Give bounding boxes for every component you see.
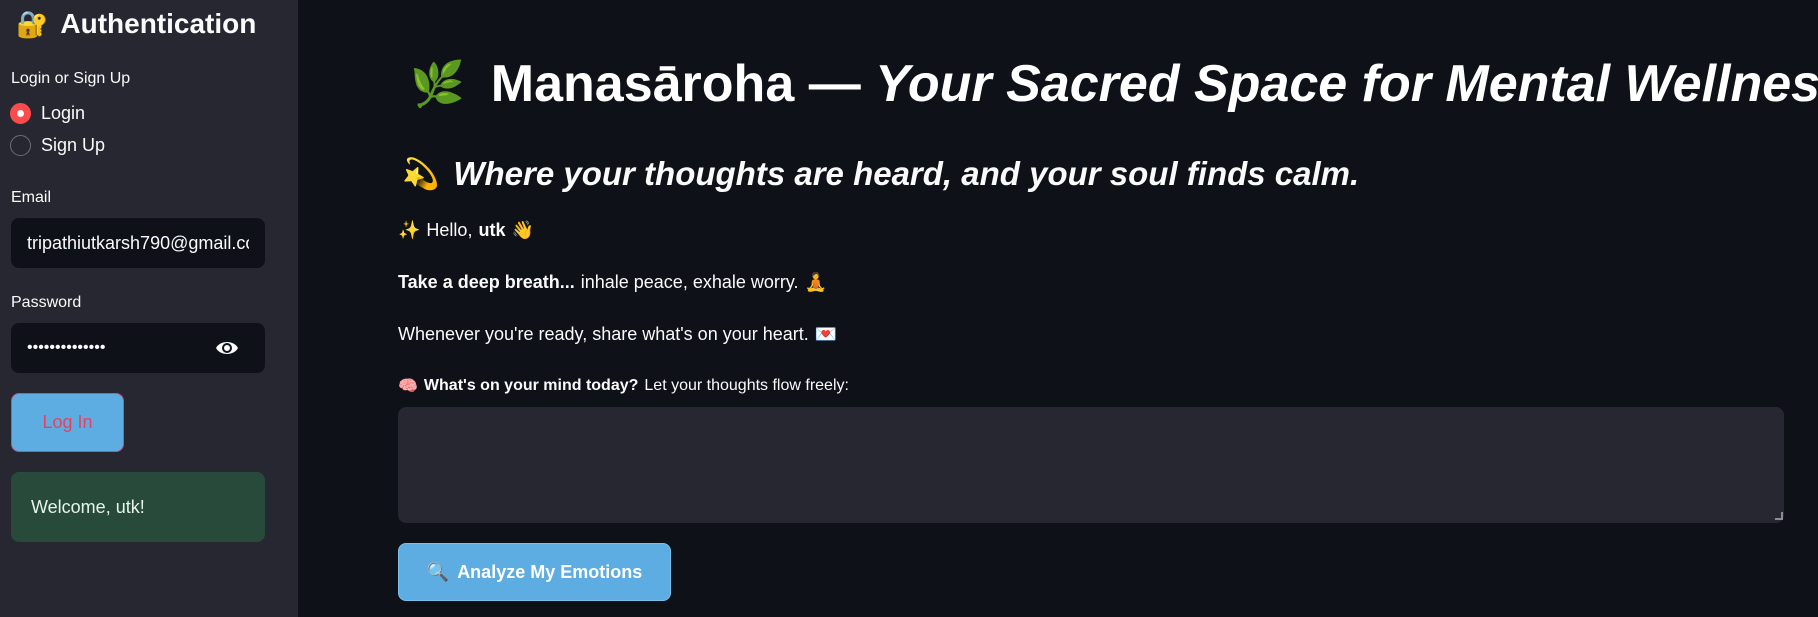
mind-label: 🧠 What's on your mind today? Let your th… — [398, 376, 849, 396]
thoughts-textarea[interactable] — [398, 407, 1784, 523]
success-message: Welcome, utk! — [11, 472, 265, 542]
email-field[interactable] — [27, 232, 249, 254]
mind-label-rest: Let your thoughts flow freely: — [644, 377, 849, 394]
app: 🔐 Authentication Login or Sign Up Login … — [0, 0, 1818, 617]
analyze-button-label: Analyze My Emotions — [457, 561, 643, 582]
greeting: ✨ Hello, utk 👋 — [398, 220, 534, 241]
page-subtitle: 💫 Where your thoughts are heard, and you… — [402, 155, 1359, 193]
success-message-text: Welcome, utk! — [31, 496, 145, 517]
page-title: 🌿 Manasāroha — Your Sacred Space for Men… — [410, 54, 1818, 114]
password-field[interactable]: •••••••••••••• — [27, 339, 105, 357]
page-title-italic: Your Sacred Space for Mental Wellness — [875, 55, 1818, 113]
password-field-wrapper: •••••••••••••• — [11, 323, 265, 373]
greeting-prefix: Hello, — [426, 220, 473, 240]
breath-bold: Take a deep breath... — [398, 272, 575, 292]
brain-icon: 🧠 — [398, 378, 418, 395]
wave-icon: 👋 — [511, 220, 534, 240]
share-line: Whenever you're ready, share what's on y… — [398, 324, 837, 345]
radio-signup-label: Sign Up — [41, 135, 106, 155]
dizzy-icon: 💫 — [402, 157, 440, 191]
page-title-text: Manasāroha — Your Sacred Space for Menta… — [491, 54, 1818, 114]
sidebar-title: 🔐 Authentication — [16, 8, 256, 40]
greeting-name: utk — [478, 220, 506, 240]
page-title-plain: Manasāroha — — [490, 55, 876, 113]
magnifier-icon: 🔍 — [426, 561, 450, 582]
mind-label-bold: What's on your mind today? — [423, 377, 639, 394]
email-field-wrapper — [11, 218, 265, 268]
herb-icon: 🌿 — [410, 60, 465, 109]
love-letter-icon: 💌 — [814, 324, 838, 344]
radio-login-label: Login — [41, 103, 86, 123]
sparkles-icon: ✨ — [398, 220, 421, 240]
sidebar-title-text: Authentication — [60, 8, 257, 39]
breath-rest: inhale peace, exhale worry. — [580, 272, 799, 292]
radio-signup-indicator[interactable] — [10, 135, 31, 156]
share-text: Whenever you're ready, share what's on y… — [398, 324, 809, 344]
sidebar: 🔐 Authentication Login or Sign Up Login … — [0, 0, 298, 617]
page-subtitle-text: Where your thoughts are heard, and your … — [453, 155, 1360, 192]
password-label: Password — [11, 294, 82, 311]
analyze-button[interactable]: 🔍 Analyze My Emotions — [398, 543, 671, 601]
breath-line: Take a deep breath... inhale peace, exha… — [398, 272, 827, 293]
radio-signup[interactable]: Sign Up — [10, 135, 105, 156]
lock-icon: 🔐 — [16, 8, 49, 39]
email-label: Email — [11, 189, 52, 206]
mode-label: Login or Sign Up — [11, 70, 131, 87]
meditation-icon: 🧘 — [804, 272, 827, 292]
radio-login[interactable]: Login — [10, 103, 85, 124]
login-button[interactable]: Log In — [11, 393, 124, 452]
main-content: 🌿 Manasāroha — Your Sacred Space for Men… — [298, 0, 1818, 617]
radio-login-indicator[interactable] — [10, 103, 31, 124]
eye-icon[interactable] — [215, 337, 239, 359]
resize-handle-icon[interactable] — [1774, 512, 1784, 520]
